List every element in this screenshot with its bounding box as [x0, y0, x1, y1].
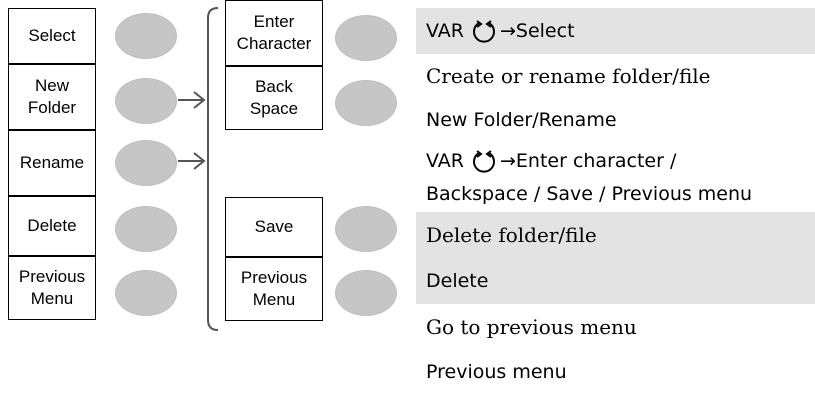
enter-character-button-knob[interactable] — [335, 15, 397, 61]
previous-menu-button-knob-2[interactable] — [335, 270, 397, 316]
rename-description-line2: Backspace / Save / Previous menu — [426, 183, 753, 205]
enter-character-softkey[interactable]: Enter Character — [225, 0, 323, 66]
arrow-right-icon — [178, 91, 206, 109]
back-space-softkey[interactable]: Back Space — [225, 66, 323, 130]
new-folder-detail: New Folder/Rename — [426, 109, 617, 131]
previous-menu-title: Go to previous menu — [426, 315, 637, 339]
delete-title: Delete folder/file — [416, 212, 815, 258]
save-softkey[interactable]: Save — [225, 197, 323, 257]
submenu-bracket — [207, 7, 219, 331]
back-space-button-knob[interactable] — [335, 80, 397, 126]
select-description: VAR →Select — [416, 8, 815, 54]
variable-knob-icon — [472, 150, 495, 173]
previous-menu-detail: Previous menu — [426, 361, 567, 383]
save-button-knob[interactable] — [335, 206, 397, 252]
arrow-right-icon — [178, 152, 206, 170]
rename-description-line1: VAR →Enter character / — [426, 150, 677, 173]
previous-menu-softkey-2[interactable]: Previous Menu — [225, 257, 323, 321]
variable-knob-icon — [472, 20, 495, 43]
delete-detail: Delete — [416, 258, 815, 304]
new-folder-title: Create or rename folder/file — [426, 64, 711, 88]
